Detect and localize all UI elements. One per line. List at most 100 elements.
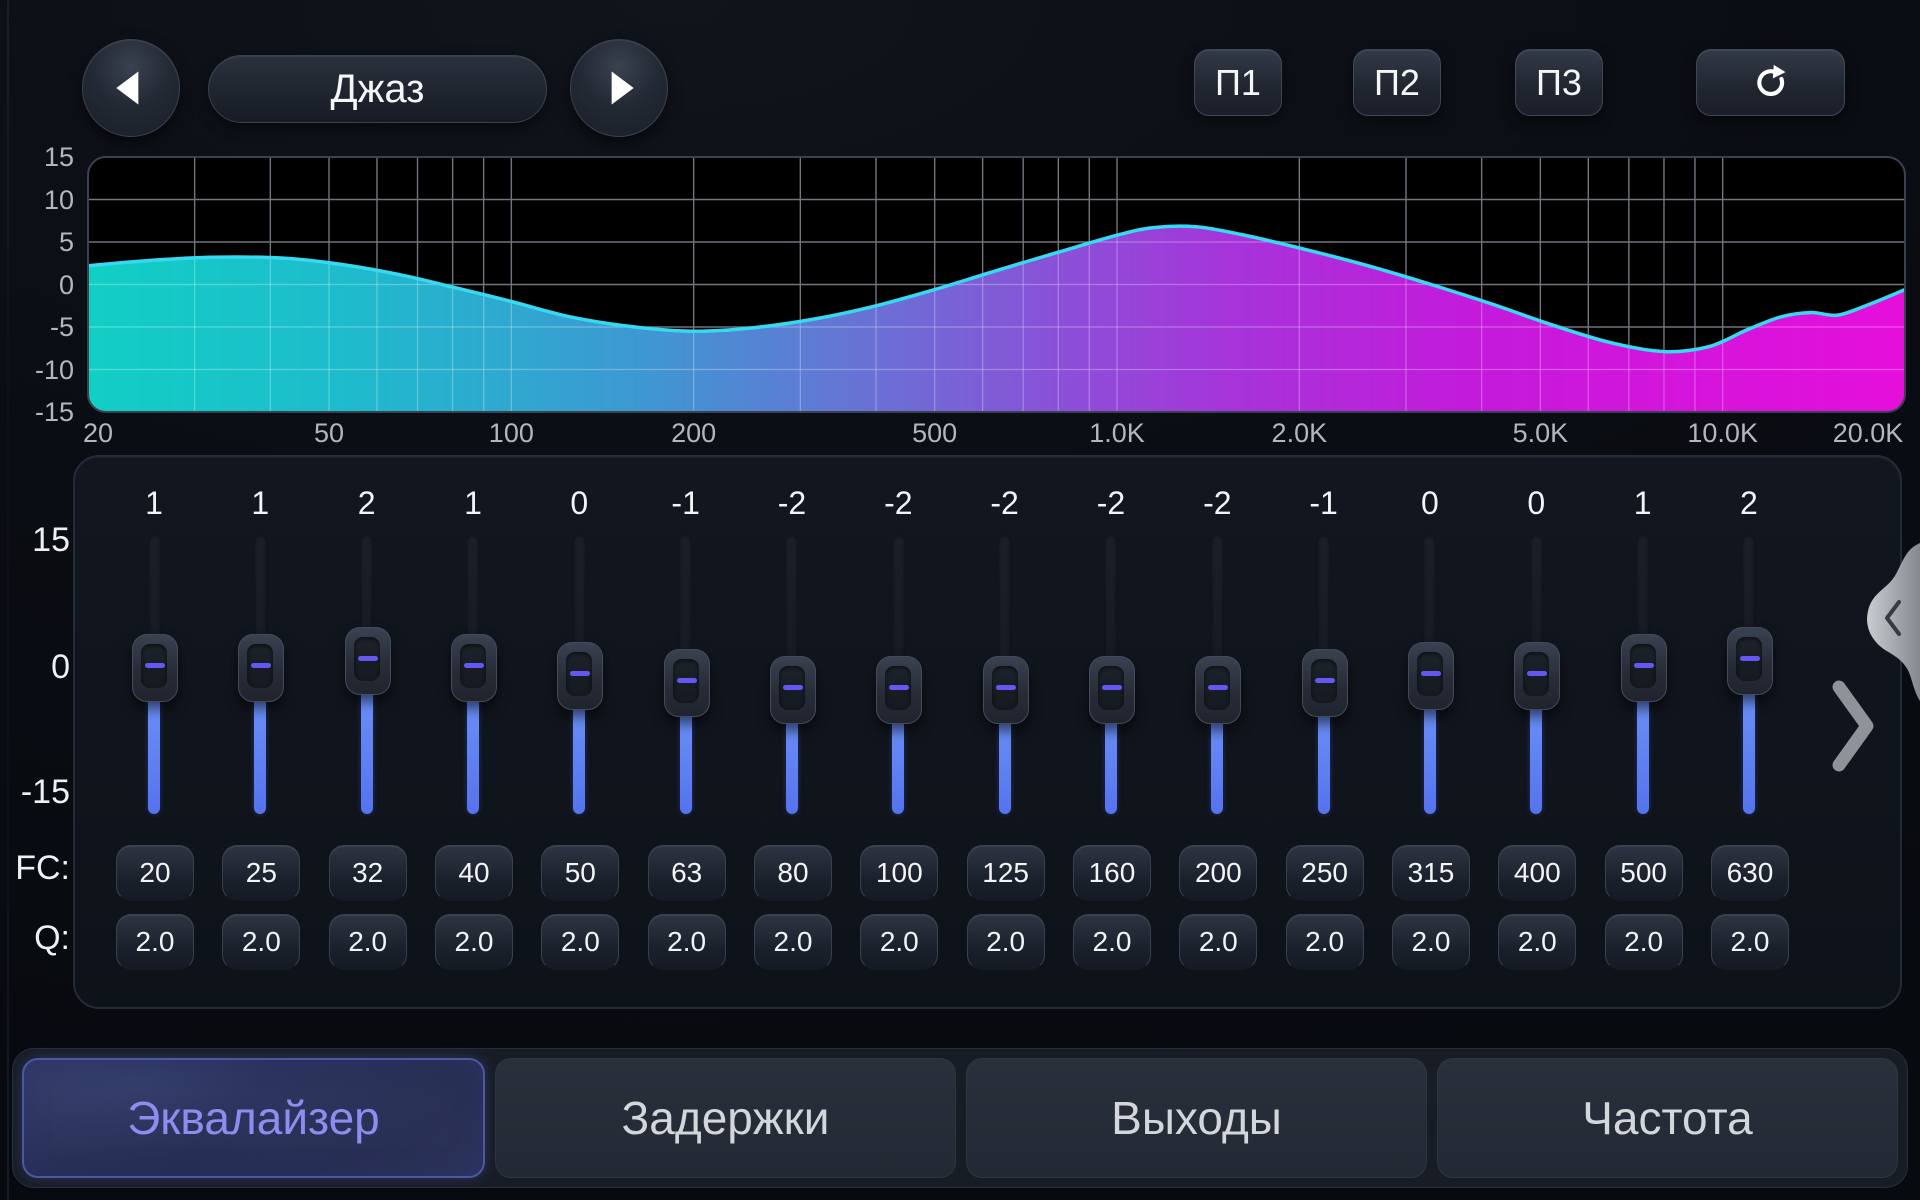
band-fc-button[interactable]: 160 (1073, 845, 1151, 901)
band-q-button[interactable]: 2.0 (329, 914, 407, 970)
band-column-63: -1 63 2.0 (633, 457, 739, 1007)
slider-thumb[interactable] (1195, 656, 1241, 724)
band-gain-value: 1 (207, 485, 313, 522)
band-fc-button[interactable]: 32 (329, 845, 407, 901)
band-q-button[interactable]: 2.0 (222, 914, 300, 970)
slider-active-fill (1424, 695, 1436, 815)
band-fc-button[interactable]: 40 (435, 845, 513, 901)
band-fc-button[interactable]: 630 (1711, 845, 1789, 901)
slider-active-fill (361, 680, 373, 814)
slider-thumb[interactable] (557, 642, 603, 710)
band-fc-button[interactable]: 125 (967, 845, 1045, 901)
band-q-button[interactable]: 2.0 (1711, 914, 1789, 970)
band-q-button[interactable]: 2.0 (648, 914, 726, 970)
band-column-125: -21252.0 (952, 457, 1058, 1007)
slider-thumb[interactable] (1727, 627, 1773, 695)
band-gain-value: 2 (314, 485, 420, 522)
x-tick-label: 2.0K (1244, 418, 1354, 448)
slider-scale-min-label: -15 (6, 773, 70, 812)
thumb-dash-icon (1740, 656, 1760, 661)
band-fc-button[interactable]: 400 (1498, 845, 1576, 901)
slider-active-fill (1530, 695, 1542, 815)
slider-active-fill (892, 709, 904, 814)
band-q-button[interactable]: 2.0 (116, 914, 194, 970)
tab-equalizer[interactable]: Эквалайзер (22, 1058, 485, 1178)
tab-delays[interactable]: Задержки (495, 1058, 956, 1178)
slider-active-fill (148, 687, 160, 814)
thumb-dash-icon (996, 685, 1016, 690)
slider-thumb[interactable] (770, 656, 816, 724)
band-column-40: 1 40 2.0 (420, 457, 526, 1007)
band-gain-value: -2 (1164, 485, 1270, 522)
band-q-button[interactable]: 2.0 (1286, 914, 1364, 970)
slider-active-fill (254, 687, 266, 814)
slider-active-fill (1743, 680, 1755, 814)
slider-scale-mid-label: 0 (6, 648, 70, 687)
band-gain-value: 1 (420, 485, 526, 522)
slider-thumb[interactable] (876, 656, 922, 724)
thumb-dash-icon (783, 685, 803, 690)
band-fc-button[interactable]: 50 (541, 845, 619, 901)
band-q-button[interactable]: 2.0 (967, 914, 1045, 970)
band-q-button[interactable]: 2.0 (1392, 914, 1470, 970)
x-tick-label: 1.0K (1062, 418, 1172, 448)
band-fc-button[interactable]: 80 (754, 845, 832, 901)
x-tick-label: 5.0K (1485, 418, 1595, 448)
thumb-dash-icon (677, 678, 697, 683)
slider-thumb[interactable] (1514, 642, 1560, 710)
band-fc-button[interactable]: 315 (1392, 845, 1470, 901)
tab-frequency[interactable]: Частота (1437, 1058, 1898, 1178)
band-gain-value: 0 (526, 485, 632, 522)
band-q-button[interactable]: 2.0 (1073, 914, 1151, 970)
band-fc-button[interactable]: 250 (1286, 845, 1364, 901)
band-column-500: 15002.0 (1590, 457, 1696, 1007)
band-fc-button[interactable]: 25 (222, 845, 300, 901)
band-q-button[interactable]: 2.0 (1179, 914, 1257, 970)
slider-thumb[interactable] (1302, 649, 1348, 717)
y-tick-label: 5 (4, 227, 74, 257)
band-column-630: 26302.0 (1696, 457, 1802, 1007)
x-tick-label: 500 (880, 418, 990, 448)
x-tick-label: 10.0K (1668, 418, 1778, 448)
tab-outputs[interactable]: Выходы (966, 1058, 1427, 1178)
slider-thumb[interactable] (451, 634, 497, 702)
band-q-button[interactable]: 2.0 (1498, 914, 1576, 970)
band-q-button[interactable]: 2.0 (860, 914, 938, 970)
band-fc-button[interactable]: 63 (648, 845, 726, 901)
band-q-button[interactable]: 2.0 (541, 914, 619, 970)
x-tick-label: 50 (274, 418, 384, 448)
slider-thumb[interactable] (238, 634, 284, 702)
slider-thumb[interactable] (1089, 656, 1135, 724)
x-tick-label: 100 (456, 418, 566, 448)
slider-active-fill (1318, 702, 1330, 814)
thumb-dash-icon (570, 671, 590, 676)
band-q-button[interactable]: 2.0 (1605, 914, 1683, 970)
eq-response-graph: 151050-5-10-15 20501002005001.0K2.0K5.0K… (0, 0, 1920, 470)
band-column-315: 03152.0 (1377, 457, 1483, 1007)
slider-thumb[interactable] (1408, 642, 1454, 710)
band-q-button[interactable]: 2.0 (435, 914, 513, 970)
band-fc-button[interactable]: 500 (1605, 845, 1683, 901)
slider-thumb[interactable] (345, 627, 391, 695)
band-fc-button[interactable]: 200 (1179, 845, 1257, 901)
band-gain-value: -1 (1271, 485, 1377, 522)
side-panel-handle[interactable] (1862, 543, 1920, 701)
band-column-100: -2 100 2.0 (845, 457, 951, 1007)
slider-thumb[interactable] (132, 634, 178, 702)
slider-thumb[interactable] (983, 656, 1029, 724)
band-gain-value: -1 (633, 485, 739, 522)
slider-scale-max-label: 15 (6, 521, 70, 560)
thumb-dash-icon (1421, 671, 1441, 676)
band-column-250: -1 250 2.0 (1271, 457, 1377, 1007)
band-q-button[interactable]: 2.0 (754, 914, 832, 970)
x-tick-label: 200 (639, 418, 749, 448)
slider-thumb[interactable] (664, 649, 710, 717)
slider-thumb[interactable] (1621, 634, 1667, 702)
slider-active-fill (786, 709, 798, 814)
thumb-dash-icon (1208, 685, 1228, 690)
band-fc-button[interactable]: 100 (860, 845, 938, 901)
slider-active-fill (1211, 709, 1223, 814)
eq-curve-canvas (0, 0, 1920, 470)
band-fc-button[interactable]: 20 (116, 845, 194, 901)
band-gain-value: -2 (845, 485, 951, 522)
